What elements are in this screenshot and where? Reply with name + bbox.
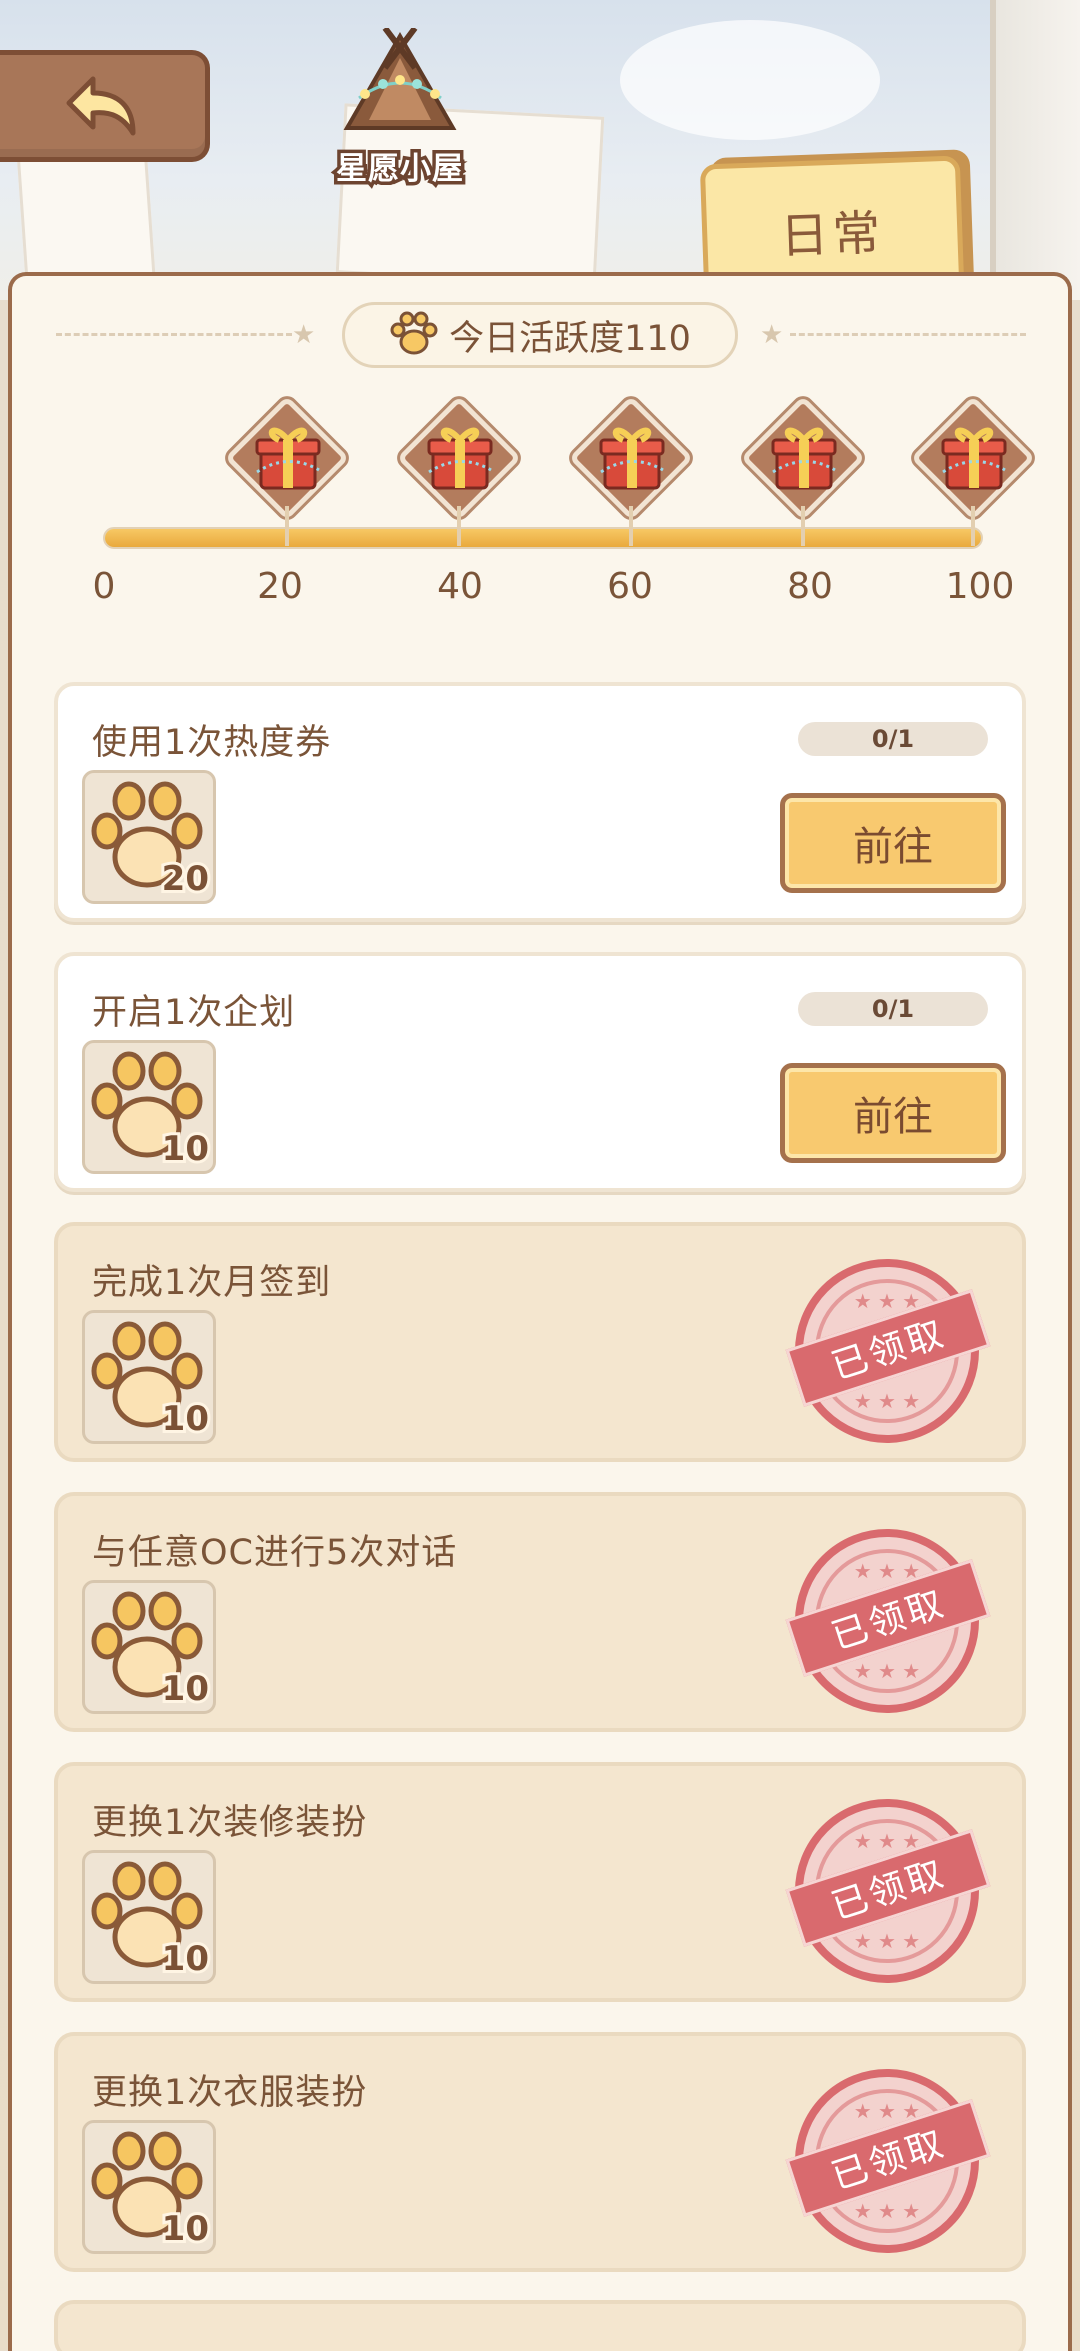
milestone-gift-100[interactable] [908, 395, 1038, 548]
milestone-label: 60 [607, 566, 653, 607]
tab-daily-label: 日常 [779, 205, 886, 265]
claimed-stamp: ★ ★ ★ ★ ★ ★ 已领取 [785, 2066, 991, 2256]
reward-count: 20 [159, 856, 212, 901]
task-card-partial [54, 2300, 1026, 2351]
milestone-gift-20[interactable] [222, 395, 352, 548]
task-title: 更换1次衣服装扮 [92, 2073, 368, 2113]
svg-text:★ ★ ★: ★ ★ ★ [854, 1659, 921, 1683]
cabin-icon [343, 26, 457, 130]
reward-count: 10 [159, 1126, 212, 1171]
task-title: 开启1次企划 [92, 993, 296, 1033]
gift-box-icon [599, 427, 665, 490]
task-title: 与任意OC进行5次对话 [92, 1533, 458, 1573]
logo-text: 星愿小屋 [333, 148, 467, 191]
svg-text:★ ★ ★: ★ ★ ★ [854, 1389, 921, 1413]
claimed-stamp: ★ ★ ★ ★ ★ ★ 已领取 [785, 1796, 991, 1986]
task-progress: 0/1 [798, 992, 988, 1026]
back-arrow-icon [66, 76, 135, 136]
star-icon: ★ [760, 320, 784, 350]
go-button[interactable]: 前往 [780, 793, 1006, 893]
task-reward: 10 [82, 1580, 216, 1714]
task-card: 与任意OC进行5次对话 10 ★ ★ ★ ★ ★ ★ 已领取 [54, 1492, 1026, 1732]
gift-box-icon [255, 427, 321, 490]
milestone-label: 0 [92, 566, 116, 607]
divider-left [56, 333, 292, 337]
task-card: 使用1次热度券 20 0/1 前往 [54, 682, 1026, 922]
task-reward: 10 [82, 1040, 216, 1174]
reward-count: 10 [159, 1666, 212, 1711]
milestone-label: 80 [787, 566, 833, 607]
claimed-stamp: ★ ★ ★ ★ ★ ★ 已领取 [785, 1256, 991, 1446]
task-card: 开启1次企划 10 0/1 前往 [54, 952, 1026, 1192]
reward-count: 10 [159, 2206, 212, 2251]
task-progress: 0/1 [798, 722, 988, 756]
svg-text:★ ★ ★: ★ ★ ★ [854, 2199, 921, 2223]
back-button[interactable] [0, 50, 210, 162]
milestone-label: 100 [945, 566, 1015, 607]
go-button-label: 前往 [853, 1094, 933, 1140]
task-reward: 10 [82, 2120, 216, 2254]
task-card: 更换1次衣服装扮 10 ★ ★ ★ ★ ★ ★ 已领取 [54, 2032, 1026, 2272]
paw-icon [390, 311, 438, 355]
activity-value: 今日活跃度110 [449, 318, 691, 359]
milestone-gift-40[interactable] [394, 395, 524, 548]
task-title: 完成1次月签到 [92, 1263, 332, 1303]
gift-box-icon [771, 427, 837, 490]
task-title: 使用1次热度券 [92, 723, 332, 763]
go-button-label: 前往 [853, 824, 933, 870]
milestone-label: 20 [257, 566, 303, 607]
activity-badge: 今日活跃度110 [342, 302, 738, 368]
task-card: 更换1次装修装扮 10 ★ ★ ★ ★ ★ ★ 已领取 [54, 1762, 1026, 2002]
milestone-gift-80[interactable] [738, 395, 868, 548]
star-icon: ★ [292, 320, 316, 350]
go-button[interactable]: 前往 [780, 1063, 1006, 1163]
reward-count: 10 [159, 1936, 212, 1981]
task-title: 更换1次装修装扮 [92, 1803, 368, 1843]
svg-text:★ ★ ★: ★ ★ ★ [854, 1929, 921, 1953]
milestone-label: 40 [437, 566, 483, 607]
gift-box-icon [941, 427, 1007, 490]
reward-count: 10 [159, 1396, 212, 1441]
app-logo: 星愿小屋 [320, 26, 480, 191]
claimed-stamp: ★ ★ ★ ★ ★ ★ 已领取 [785, 1526, 991, 1716]
task-reward: 20 [82, 770, 216, 904]
task-reward: 10 [82, 1310, 216, 1444]
task-reward: 10 [82, 1850, 216, 1984]
milestone-gift-60[interactable] [566, 395, 696, 548]
gift-box-icon [427, 427, 493, 490]
divider-right [790, 333, 1026, 337]
task-card: 完成1次月签到 10 ★ ★ ★ ★ ★ ★ 已领取 [54, 1222, 1026, 1462]
